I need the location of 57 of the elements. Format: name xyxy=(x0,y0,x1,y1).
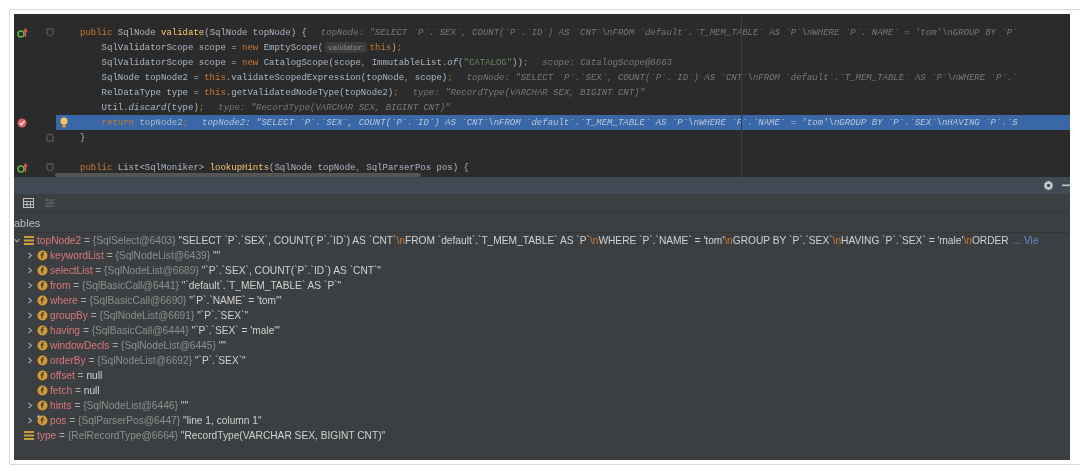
field-icon xyxy=(36,340,48,351)
variable-entry[interactable]: topNode2 = {SqlSelect@6403} "SELECT `P`.`SEX`, COUNT(`P`.`ID`) AS `CNT`\nFROM `default`.`T_MEM_TABLE` AS `P`\nWHERE `P`.`NAME` = 'tom'\nGROUP BY `P`.`SEX`\nHAVING `P`.`SEX` = 'male'\nORDER xyxy=(37,235,1009,246)
inline-value-hint: topNode: "SELECT `P`.`SEX`, COUNT(`P`.`ID`) AS `CNT`\nFROM `default`.`T_MEM_TABLE` AS `P`\nWHERE `P`.`NAME` = 'tom'\nGROUP BY `P` xyxy=(320,27,1018,38)
code-text: public List<SqlMoniker> lookupHints(SqlNode topNode, SqlParserPos pos) { xyxy=(80,162,469,173)
inline-value-hint: topNode: "SELECT `P`.`SEX`, COUNT(`P`.`ID`) AS `CNT`\nFROM `default`.`T_MEM_TABLE` AS `P`\nWHERE `P`.` xyxy=(466,72,1018,83)
variable-entry[interactable]: offset = null xyxy=(50,370,103,381)
variable-entry[interactable]: orderBy = {SqlNodeList@6692} "`P`.`SEX`" xyxy=(50,355,246,366)
code-text: Util.discard(type); xyxy=(101,102,205,113)
field-icon xyxy=(36,415,48,426)
code-text: SqlValidatorScope scope = new EmptyScope( xyxy=(101,42,324,53)
fold-marker-icon[interactable] xyxy=(46,163,54,172)
fold-marker-icon[interactable] xyxy=(46,133,54,142)
variable-entry[interactable]: groupBy = {SqlNodeList@6691} "`P`.`SEX`" xyxy=(50,310,248,321)
variable-icon xyxy=(24,431,34,440)
fold-marker-icon[interactable] xyxy=(46,28,54,37)
field-icon xyxy=(36,385,48,396)
minimize-icon[interactable] xyxy=(1062,184,1070,187)
inline-value-hint: type: "RecordType(VARCHAR SEX, BIGINT CNT)" xyxy=(412,87,645,98)
field-icon xyxy=(36,355,48,366)
variable-entry[interactable]: from = {SqlBasicCall@6441} "`default`.`T_MEM_TABLE` AS `P`" xyxy=(50,280,342,291)
override-icon xyxy=(16,27,28,38)
code-text: SqlValidatorScope scope = new CatalogScope(scope, ImmutableList.of("CATALOG")); xyxy=(101,57,529,68)
settings-icon[interactable] xyxy=(1043,180,1054,191)
variable-entry[interactable]: pos = {SqlParserPos@6447} "line 1, column 1" xyxy=(50,415,262,426)
code-text: } xyxy=(80,132,86,143)
code-text: return topNode2; xyxy=(101,117,188,128)
variable-entry[interactable]: having = {SqlBasicCall@6444} "`P`.`SEX` = 'male'" xyxy=(50,325,280,336)
variable-entry[interactable]: selectList = {SqlNodeList@6689} "`P`.`SEX`, COUNT(`P`.`ID`) AS `CNT`" xyxy=(50,265,381,276)
code-text: this); xyxy=(369,42,403,53)
variable-entry[interactable]: keywordList = {SqlNodeList@6439} "" xyxy=(50,250,221,261)
variable-entry[interactable]: windowDecls = {SqlNodeList@6445} "" xyxy=(50,340,226,351)
variable-entry[interactable]: where = {SqlBasicCall@6690} "`P`.`NAME` = 'tom'" xyxy=(50,295,282,306)
field-icon xyxy=(36,265,48,276)
scrollbar[interactable] xyxy=(55,173,421,177)
field-icon xyxy=(36,400,48,411)
field-icon xyxy=(36,250,48,261)
variables-tab-label[interactable]: ables xyxy=(14,216,41,229)
inline-value-hint: type: "RecordType(VARCHAR SEX, BIGINT CNT)" xyxy=(218,102,451,113)
field-icon xyxy=(36,280,48,291)
table-icon xyxy=(22,198,34,208)
variable-entry[interactable]: hints = {SqlNodeList@6446} "" xyxy=(50,400,188,411)
field-icon xyxy=(36,325,48,336)
inline-value-hint: scope: CatalogScope@6663 xyxy=(542,57,672,68)
code-text: public SqlNode validate(SqlNode topNode) { xyxy=(80,27,307,38)
code-text: SqlNode topNode2 = this.validateScopedExpression(topNode, scope); xyxy=(101,72,453,83)
override-icon xyxy=(16,162,28,173)
variable-entry[interactable]: type = {RelRecordType@6664} "RecordType(VARCHAR SEX, BIGINT CNT)" xyxy=(37,430,386,441)
field-icon xyxy=(36,295,48,306)
list-settings-icon xyxy=(43,198,55,208)
variable-entry[interactable]: fetch = null xyxy=(50,385,100,396)
variable-icon xyxy=(24,236,34,245)
toolbar-button[interactable] xyxy=(22,197,34,209)
lightbulb-icon[interactable] xyxy=(60,117,68,128)
field-icon xyxy=(36,370,48,381)
breakpoint-icon[interactable] xyxy=(17,117,27,128)
field-icon xyxy=(36,310,48,321)
code-text: RelDataType type = this.getValidatedNodeType(topNode2); xyxy=(101,87,399,98)
